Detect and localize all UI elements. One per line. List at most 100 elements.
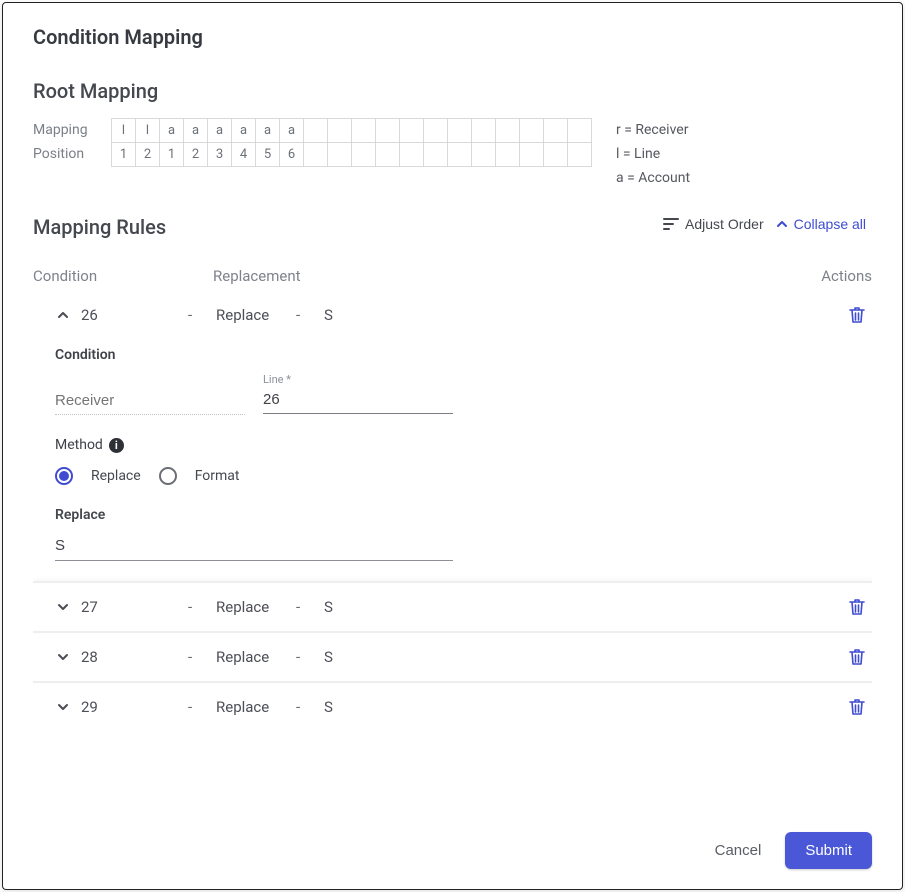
mapping-cell[interactable]: [400, 119, 424, 143]
mapping-rules-heading: Mapping Rules: [33, 215, 166, 239]
rule-details: Condition . Line * Method i Replace: [33, 339, 872, 581]
mapping-cell[interactable]: a: [160, 119, 184, 143]
info-icon[interactable]: i: [109, 438, 124, 453]
position-cell[interactable]: [448, 143, 472, 167]
col-replacement: Replacement: [213, 267, 802, 285]
rule-value: S: [324, 698, 842, 716]
rule-value: S: [324, 648, 842, 666]
rule-id: 29: [73, 698, 188, 716]
trash-icon: [848, 697, 866, 717]
mapping-cell[interactable]: [496, 119, 520, 143]
rule-dash: -: [296, 698, 324, 716]
position-cell[interactable]: 1: [160, 143, 184, 167]
position-cell[interactable]: [496, 143, 520, 167]
position-cell[interactable]: 2: [184, 143, 208, 167]
rule-dash: -: [296, 598, 324, 616]
position-cell[interactable]: [544, 143, 568, 167]
mapping-cell[interactable]: a: [208, 119, 232, 143]
rule-dash: -: [296, 648, 324, 666]
position-cell[interactable]: [328, 143, 352, 167]
mapping-cell[interactable]: [376, 119, 400, 143]
mapping-cell[interactable]: a: [280, 119, 304, 143]
position-cell[interactable]: [304, 143, 328, 167]
rule-value: S: [324, 306, 842, 324]
replace-input[interactable]: [55, 533, 453, 561]
mapping-cell[interactable]: a: [232, 119, 256, 143]
rule-id: 27: [73, 598, 188, 616]
rule-dash: -: [188, 306, 216, 324]
col-actions: Actions: [802, 267, 872, 285]
mapping-cell[interactable]: l: [112, 119, 136, 143]
mapping-legend: r = Receiver l = Line a = Account: [616, 118, 690, 190]
trash-icon: [848, 647, 866, 667]
mapping-cell[interactable]: [448, 119, 472, 143]
submit-button[interactable]: Submit: [785, 832, 872, 869]
position-cell[interactable]: [568, 143, 592, 167]
legend-a: a = Account: [616, 166, 690, 190]
dialog-footer: Cancel Submit: [33, 814, 872, 869]
chevron-up-icon: [776, 218, 788, 230]
mapping-cell[interactable]: [520, 119, 544, 143]
position-cell[interactable]: 3: [208, 143, 232, 167]
mapping-cell[interactable]: [568, 119, 592, 143]
adjust-order-button[interactable]: Adjust Order: [657, 212, 770, 236]
delete-rule-button[interactable]: [844, 693, 870, 721]
mapping-label: Mapping: [33, 118, 101, 142]
radio-replace-label: Replace: [91, 468, 141, 484]
radio-replace[interactable]: [55, 467, 73, 485]
position-cell[interactable]: [424, 143, 448, 167]
replace-label: Replace: [55, 507, 872, 523]
position-cell[interactable]: 6: [280, 143, 304, 167]
delete-rule-button[interactable]: [844, 301, 870, 329]
expand-toggle[interactable]: [53, 597, 73, 617]
delete-rule-button[interactable]: [844, 643, 870, 671]
radio-format[interactable]: [159, 467, 177, 485]
method-section: Method i: [55, 437, 872, 453]
expand-toggle[interactable]: [53, 647, 73, 667]
mapping-cell[interactable]: [328, 119, 352, 143]
rule-row: 28 - Replace - S: [33, 633, 872, 681]
receiver-input[interactable]: [55, 389, 245, 415]
rule-method: Replace: [216, 648, 296, 666]
rule-row: 27 - Replace - S: [33, 583, 872, 631]
position-cell[interactable]: [376, 143, 400, 167]
position-cell[interactable]: 4: [232, 143, 256, 167]
position-cell[interactable]: [352, 143, 376, 167]
position-cell[interactable]: 5: [256, 143, 280, 167]
rule-dash: -: [188, 598, 216, 616]
mapping-cell[interactable]: [304, 119, 328, 143]
mapping-cell[interactable]: l: [136, 119, 160, 143]
mapping-cell[interactable]: [544, 119, 568, 143]
delete-rule-button[interactable]: [844, 593, 870, 621]
line-field: Line *: [263, 373, 453, 415]
mapping-cell[interactable]: [424, 119, 448, 143]
position-cell[interactable]: 1: [112, 143, 136, 167]
mapping-cell[interactable]: [472, 119, 496, 143]
receiver-field: .: [55, 373, 245, 415]
mapping-row: llaaaaaa: [112, 119, 592, 143]
condition-section-label: Condition: [55, 347, 872, 363]
trash-icon: [848, 305, 866, 325]
mapping-cell[interactable]: a: [256, 119, 280, 143]
line-input[interactable]: [263, 388, 453, 414]
position-cell[interactable]: [520, 143, 544, 167]
replace-section: Replace: [55, 507, 872, 561]
line-label: Line *: [263, 373, 453, 386]
cancel-button[interactable]: Cancel: [709, 834, 768, 867]
dialog-title: Condition Mapping: [33, 25, 872, 49]
collapse-all-button[interactable]: Collapse all: [770, 212, 872, 236]
rule-dash: -: [188, 698, 216, 716]
mapping-cell[interactable]: a: [184, 119, 208, 143]
method-radios: Replace Format: [55, 467, 872, 485]
rule-dash: -: [188, 648, 216, 666]
collapse-toggle[interactable]: [53, 305, 73, 325]
legend-l: l = Line: [616, 142, 690, 166]
expand-toggle[interactable]: [53, 697, 73, 717]
mapping-cell[interactable]: [352, 119, 376, 143]
rules-column-headers: Condition Replacement Actions: [33, 267, 872, 285]
position-cell[interactable]: [400, 143, 424, 167]
rule-dash: -: [296, 306, 324, 324]
position-cell[interactable]: 2: [136, 143, 160, 167]
position-cell[interactable]: [472, 143, 496, 167]
rules-list: 26 - Replace - S Condition . Line *: [33, 291, 872, 814]
